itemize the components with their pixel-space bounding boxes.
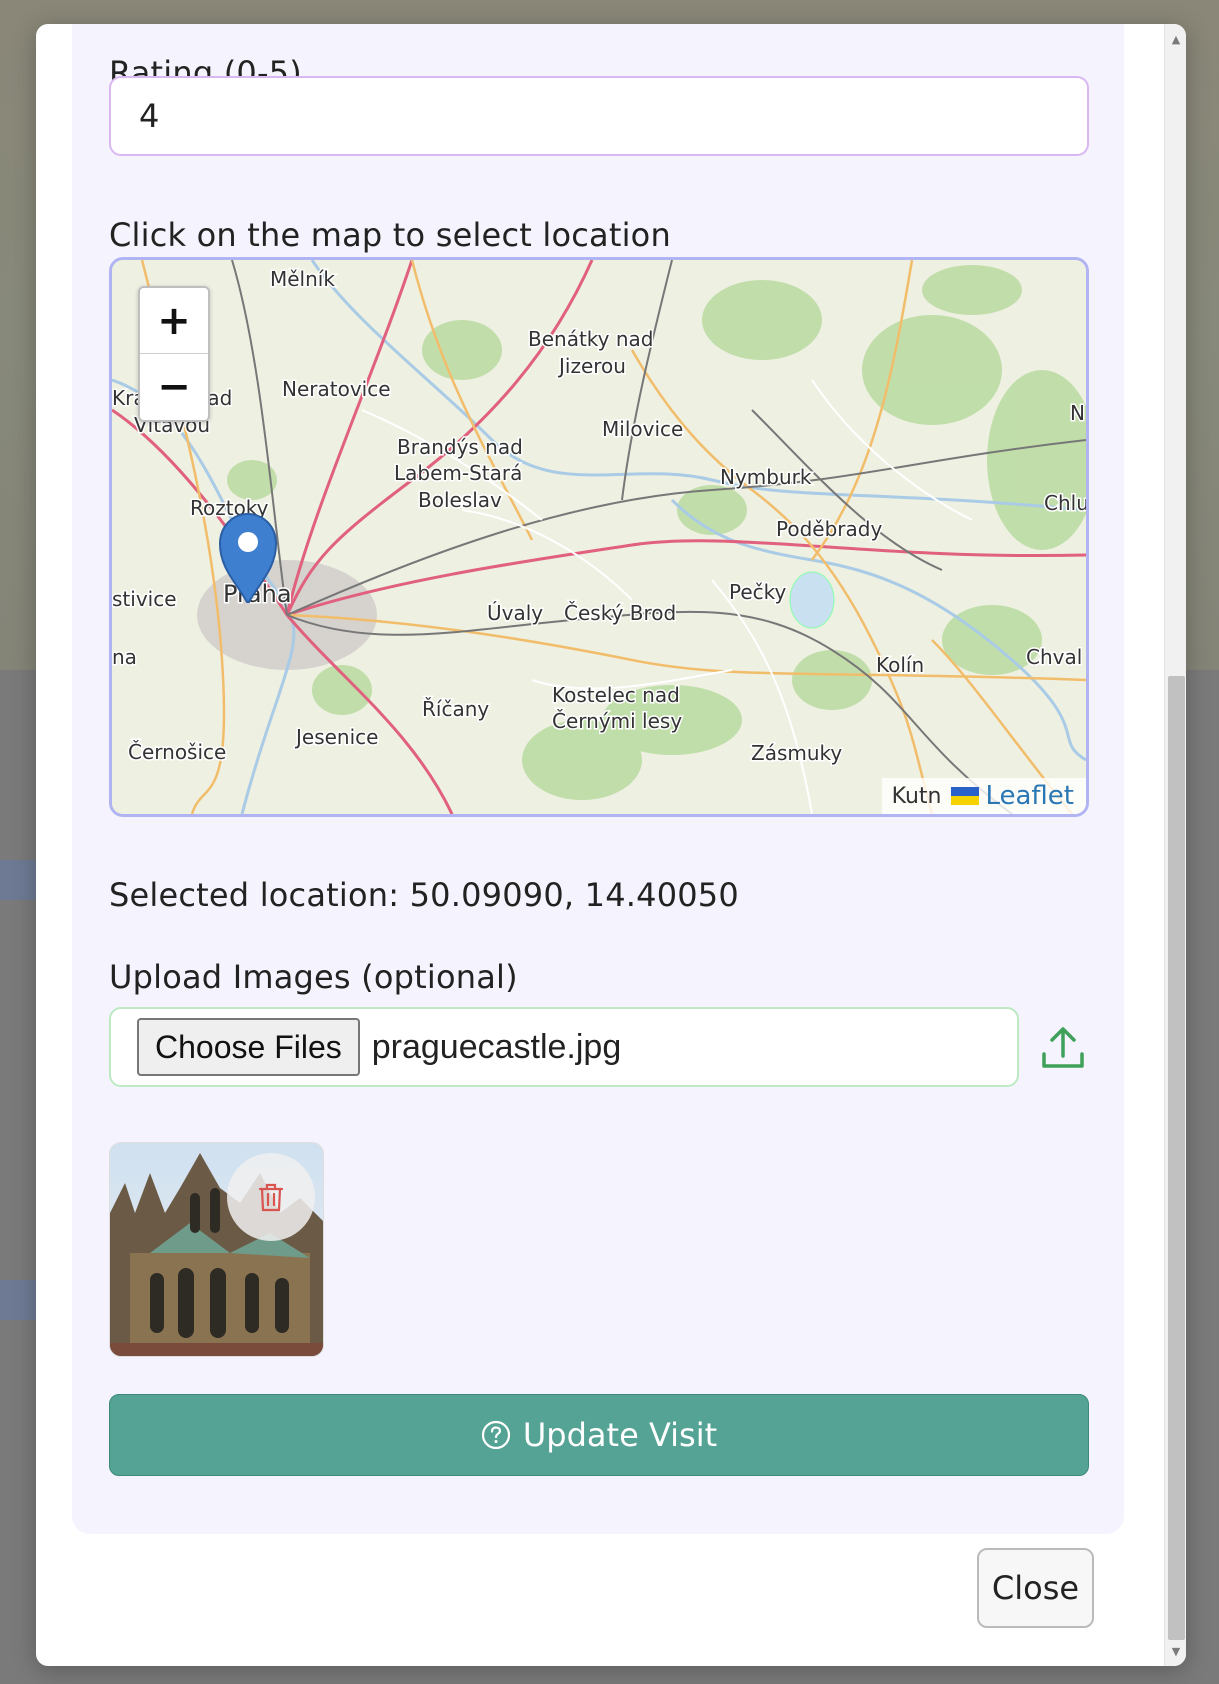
map-tiles: Mělník Benátky nad Jizerou Neratovice Kr…: [112, 260, 1086, 814]
zoom-in-button[interactable]: +: [140, 288, 208, 354]
edit-visit-modal: Rating (0-5) 4 Click on the map to selec…: [36, 24, 1186, 1666]
trash-icon: [258, 1183, 284, 1212]
map-label: Úvaly: [487, 601, 543, 625]
map-label: Labem-Stará: [394, 461, 522, 485]
map-label: Kolín: [876, 653, 924, 677]
map-label: Jesenice: [294, 725, 378, 749]
zoom-out-button[interactable]: −: [140, 354, 208, 420]
selected-file-name: praguecastle.jpg: [371, 1027, 622, 1066]
map-label: Říčany: [422, 697, 489, 721]
file-input[interactable]: Choose Files praguecastle.jpg: [109, 1007, 1019, 1087]
map-label: Jizerou: [557, 354, 626, 378]
map-label: Černošice: [128, 740, 226, 764]
map-label: N: [1070, 401, 1085, 425]
close-button[interactable]: Close: [977, 1548, 1094, 1628]
map-label: Pečky: [729, 580, 787, 604]
map-label: Milovice: [602, 417, 683, 441]
update-visit-button[interactable]: Update Visit: [109, 1394, 1089, 1476]
backdrop-item: [0, 860, 36, 900]
map-zoom-control: + −: [138, 286, 210, 422]
attribution-partial-label: Kutn: [891, 783, 942, 809]
leaflet-link[interactable]: Leaflet: [985, 781, 1074, 811]
modal-scrollbar[interactable]: ▲ ▼: [1164, 24, 1186, 1666]
map-label: Benátky nad: [528, 327, 654, 351]
map-label: stivice: [112, 587, 177, 611]
ukraine-flag-icon: [951, 787, 980, 805]
update-visit-label: Update Visit: [522, 1416, 718, 1454]
map-label: Český Brod: [564, 601, 676, 625]
map-label: Mělník: [270, 267, 335, 291]
map-label: Brandýs nad: [397, 435, 523, 459]
help-circle-icon: [481, 1420, 511, 1450]
map-label: Nymburk: [720, 465, 812, 489]
map-label: Neratovice: [282, 377, 391, 401]
uploaded-image-thumbnail: [109, 1142, 324, 1357]
map-label: Kostelec nad: [552, 683, 680, 707]
location-map[interactable]: Mělník Benátky nad Jizerou Neratovice Kr…: [109, 257, 1089, 817]
map-label: Poděbrady: [776, 517, 882, 541]
upload-images-label: Upload Images (optional): [109, 958, 518, 996]
choose-files-button[interactable]: Choose Files: [137, 1018, 360, 1076]
map-label: na: [112, 645, 137, 669]
map-attribution: Kutn Leaflet: [881, 778, 1086, 814]
map-label: Zásmuky: [751, 741, 842, 765]
map-label: Chlu: [1044, 491, 1086, 515]
selected-location-text: Selected location: 50.09090, 14.40050: [109, 876, 739, 914]
scrollbar-thumb[interactable]: [1168, 676, 1185, 1640]
map-label: Černými lesy: [552, 709, 682, 733]
map-label: Chval: [1026, 645, 1082, 669]
rating-input[interactable]: 4: [109, 76, 1089, 156]
upload-icon[interactable]: [1038, 1022, 1088, 1072]
scroll-up-arrow-icon[interactable]: ▲: [1165, 28, 1186, 50]
delete-image-button[interactable]: [227, 1153, 315, 1241]
backdrop-item: [0, 1280, 36, 1320]
scroll-down-arrow-icon[interactable]: ▼: [1165, 1640, 1186, 1662]
map-instruction-label: Click on the map to select location: [109, 216, 671, 254]
map-label: Boleslav: [418, 488, 502, 512]
